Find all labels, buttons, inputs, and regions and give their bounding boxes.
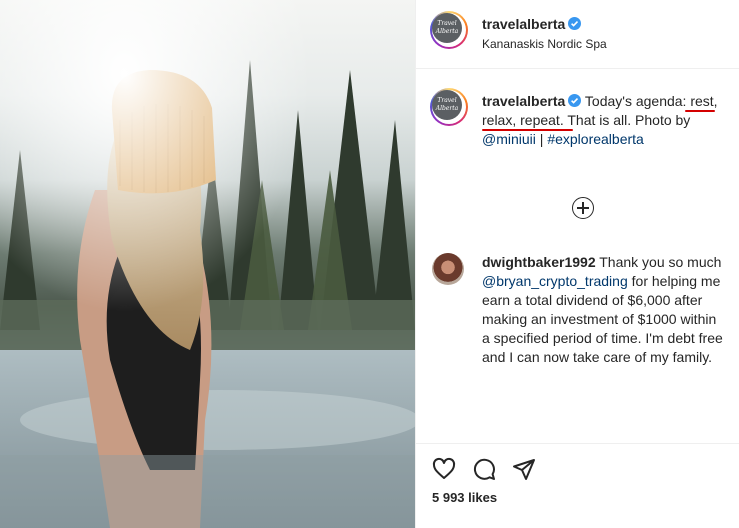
author-username[interactable]: travelalberta	[482, 16, 565, 32]
photo-credit-mention[interactable]: @miniuii	[482, 131, 536, 147]
caption-text-after: That is all. Photo by	[563, 112, 691, 128]
post-author: travelalberta	[482, 16, 582, 34]
post-details-panel: Travel Alberta travelalberta Kananaskis N…	[415, 0, 739, 528]
post-photo[interactable]	[0, 0, 415, 528]
plus-circle-icon[interactable]	[572, 197, 594, 219]
heart-icon[interactable]	[432, 457, 456, 481]
photo-scene	[0, 0, 415, 528]
header-divider	[416, 68, 739, 69]
comment-bubble-icon[interactable]	[472, 457, 496, 481]
caption-separator: |	[535, 131, 548, 147]
caption-avatar[interactable]: Travel Alberta	[430, 88, 468, 126]
account-avatar[interactable]: Travel Alberta	[430, 11, 468, 49]
caption-username[interactable]: travelalberta	[482, 93, 565, 109]
caption-text: Today's agenda:	[584, 93, 691, 109]
comment-text: Thank you so much	[595, 254, 722, 270]
comment: dwightbaker1992 Thank you so much @bryan…	[482, 253, 727, 367]
annotation-underline	[685, 110, 715, 112]
post-caption: travelalberta Today's agenda: rest, rela…	[482, 92, 732, 149]
commenter-username[interactable]: dwightbaker1992	[482, 254, 596, 270]
post-location[interactable]: Kananaskis Nordic Spa	[482, 37, 607, 51]
verified-badge-icon	[568, 17, 582, 30]
travel-alberta-logo: Travel Alberta	[432, 13, 462, 43]
paper-plane-icon[interactable]	[512, 457, 536, 481]
annotation-underline	[482, 129, 573, 131]
commenter-avatar[interactable]	[432, 253, 464, 285]
comment-mention[interactable]: @bryan_crypto_trading	[482, 273, 628, 289]
hashtag-link[interactable]: #explorealberta	[547, 131, 644, 147]
travel-alberta-logo: Travel Alberta	[432, 90, 462, 120]
verified-badge-icon	[568, 94, 582, 107]
likes-count[interactable]: 5 993 likes	[432, 490, 497, 505]
actions-divider	[416, 443, 739, 444]
